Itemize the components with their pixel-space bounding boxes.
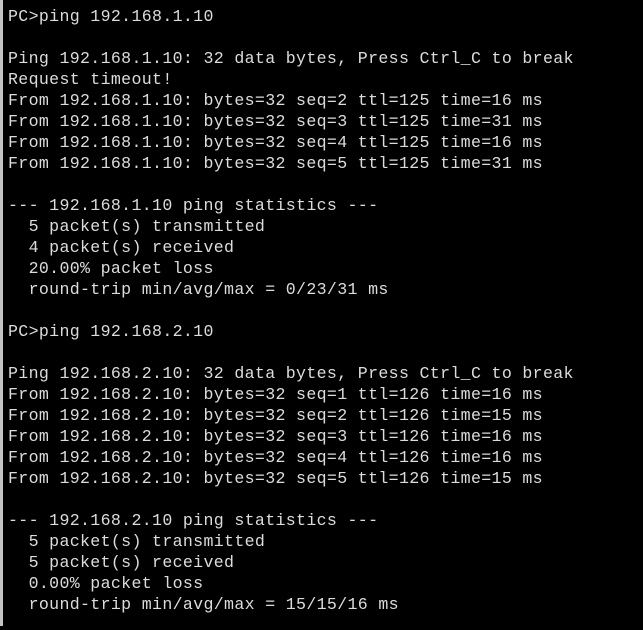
console-line: --- 192.168.2.10 ping statistics ---: [8, 511, 379, 530]
console-line: From 192.168.1.10: bytes=32 seq=4 ttl=12…: [8, 133, 543, 152]
console-line: 5 packet(s) transmitted: [8, 532, 266, 551]
console-line: 20.00% packet loss: [8, 259, 214, 278]
console-line: From 192.168.1.10: bytes=32 seq=3 ttl=12…: [8, 112, 543, 131]
terminal-screen[interactable]: PC>ping 192.168.1.10 Ping 192.168.1.10: …: [3, 0, 643, 630]
console-line: From 192.168.1.10: bytes=32 seq=2 ttl=12…: [8, 91, 543, 110]
console-line: 5 packet(s) received: [8, 553, 235, 572]
console-line: From 192.168.2.10: bytes=32 seq=5 ttl=12…: [8, 469, 543, 488]
terminal-window[interactable]: PC>ping 192.168.1.10 Ping 192.168.1.10: …: [0, 0, 643, 630]
console-line: --- 192.168.1.10 ping statistics ---: [8, 196, 379, 215]
console-line: 5 packet(s) transmitted: [8, 217, 266, 236]
console-line: Request timeout!: [8, 70, 173, 89]
console-output[interactable]: PC>ping 192.168.1.10 Ping 192.168.1.10: …: [8, 6, 643, 630]
console-line: 4 packet(s) received: [8, 238, 235, 257]
console-line: Ping 192.168.2.10: 32 data bytes, Press …: [8, 364, 574, 383]
console-line: From 192.168.2.10: bytes=32 seq=1 ttl=12…: [8, 385, 543, 404]
console-line: round-trip min/avg/max = 15/15/16 ms: [8, 595, 399, 614]
console-line: 0.00% packet loss: [8, 574, 204, 593]
console-line: PC>ping 192.168.1.10: [8, 7, 214, 26]
console-line: round-trip min/avg/max = 0/23/31 ms: [8, 280, 389, 299]
console-line: From 192.168.2.10: bytes=32 seq=2 ttl=12…: [8, 406, 543, 425]
console-line: From 192.168.2.10: bytes=32 seq=3 ttl=12…: [8, 427, 543, 446]
console-line: From 192.168.1.10: bytes=32 seq=5 ttl=12…: [8, 154, 543, 173]
console-line: From 192.168.2.10: bytes=32 seq=4 ttl=12…: [8, 448, 543, 467]
console-line: PC>ping 192.168.2.10: [8, 322, 214, 341]
console-line: Ping 192.168.1.10: 32 data bytes, Press …: [8, 49, 574, 68]
